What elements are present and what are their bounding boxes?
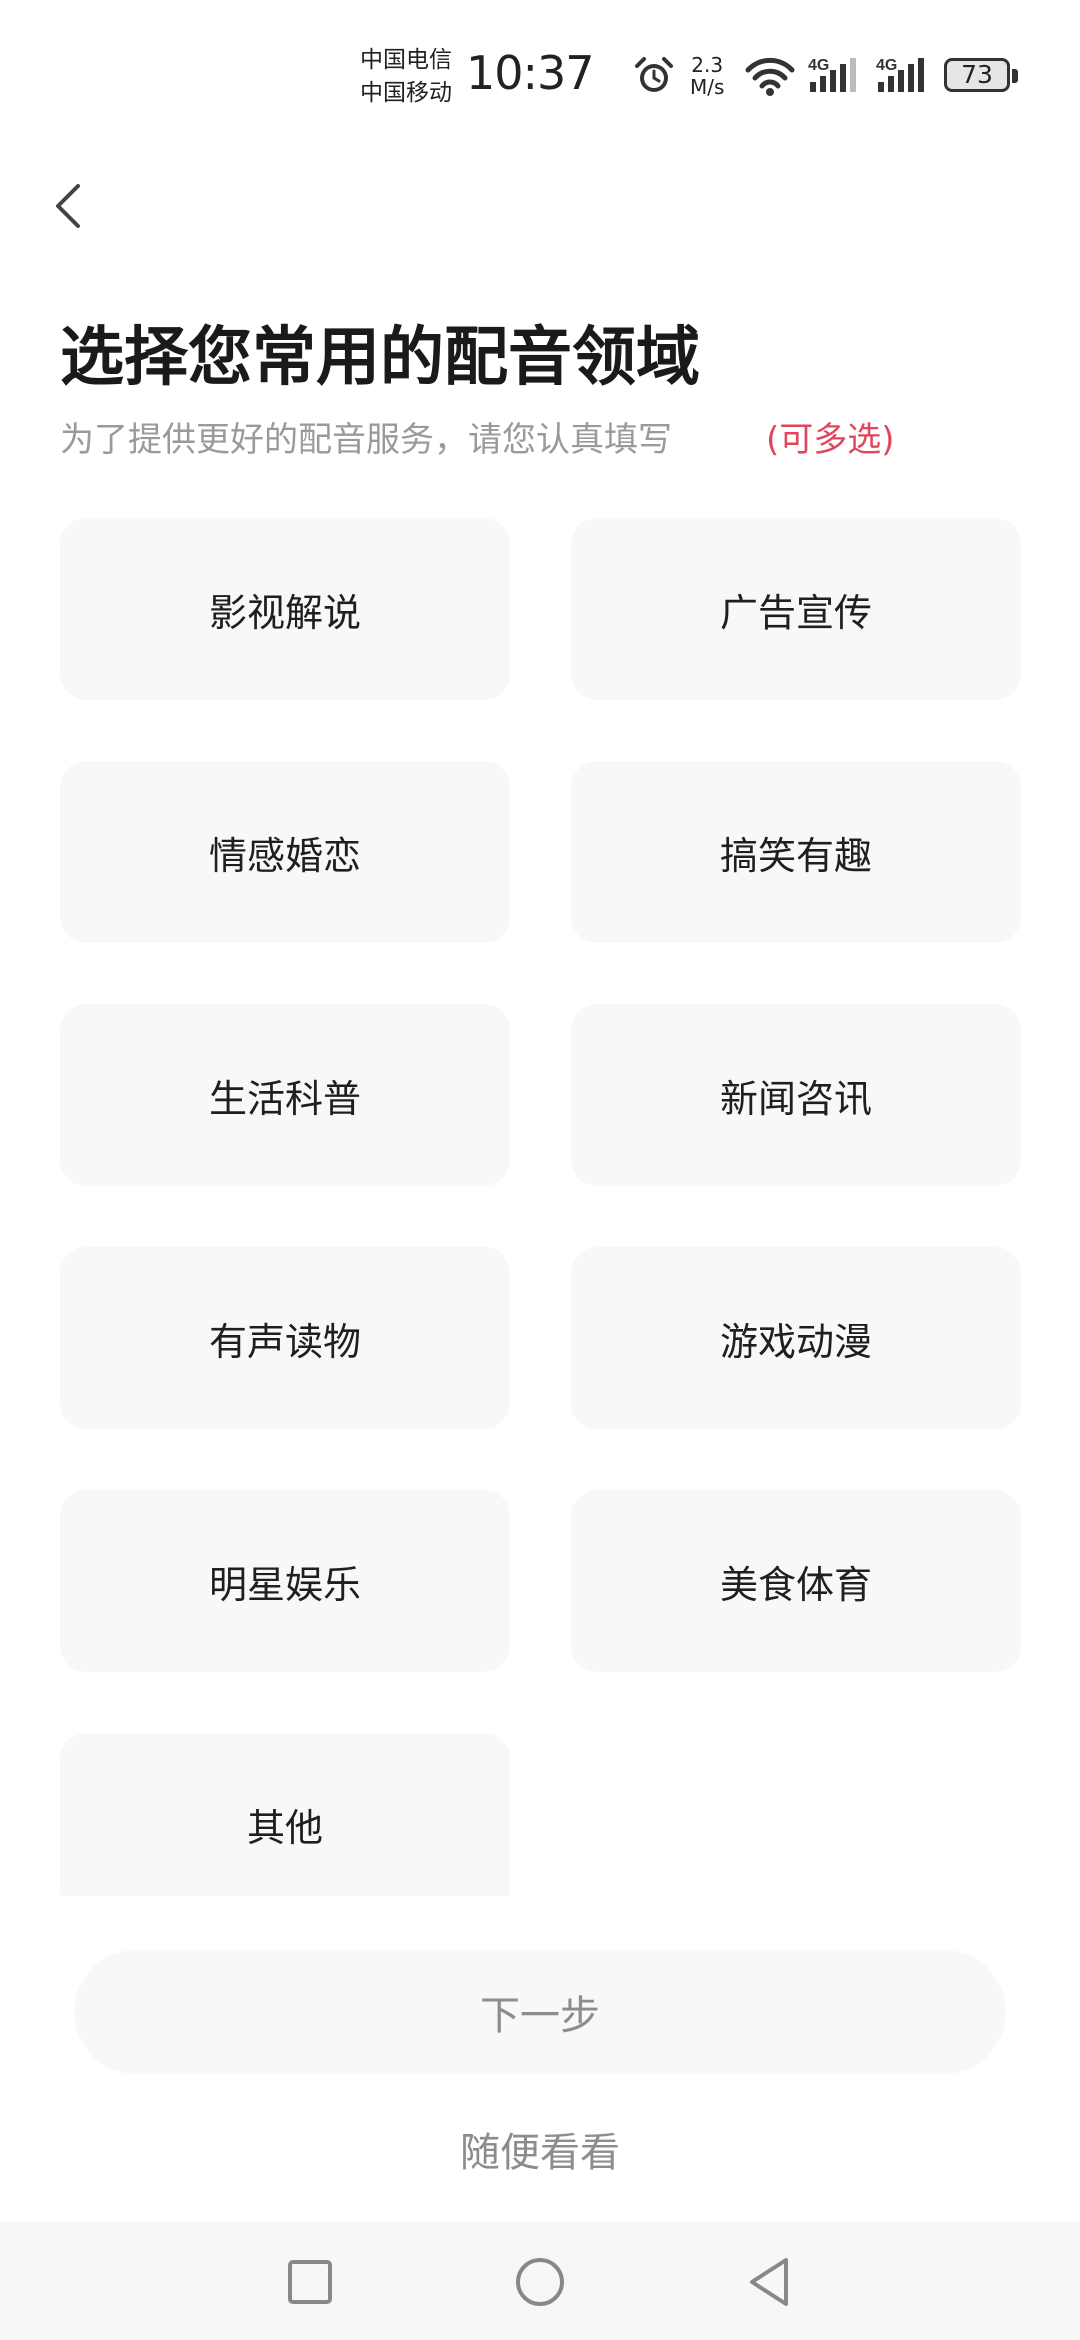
net-type-2: 4G	[876, 57, 897, 74]
carrier-1: 中国电信	[360, 47, 452, 73]
next-button[interactable]: 下一步	[74, 1950, 1006, 2074]
category-grid: 影视解说 广告宣传 情感婚恋 搞笑有趣 生活科普 新闻咨讯 有声读物 游戏动漫 …	[0, 500, 1080, 1896]
multi-select-hint: (可多选)	[766, 420, 895, 460]
carrier-2: 中国移动	[360, 80, 452, 106]
category-tile[interactable]: 生活科普	[60, 1004, 510, 1186]
signal-icon-2: 4G	[876, 57, 924, 92]
category-tile[interactable]: 情感婚恋	[60, 761, 510, 943]
category-tile[interactable]: 有声读物	[60, 1247, 510, 1429]
category-tile[interactable]: 影视解说	[60, 518, 510, 700]
square-icon[interactable]	[282, 2254, 338, 2310]
alarm-icon	[635, 57, 673, 92]
system-nav-bar	[0, 2222, 1080, 2340]
chevron-left-icon	[56, 184, 80, 228]
browse-link[interactable]: 随便看看	[0, 2120, 1080, 2178]
carrier-info: 中国电信 中国移动	[360, 44, 452, 110]
status-clock: 10:37	[466, 46, 595, 100]
wifi-icon	[745, 57, 795, 96]
page-title: 选择您常用的配音领域	[60, 321, 700, 395]
category-tile[interactable]: 新闻咨讯	[571, 1004, 1021, 1186]
back-button[interactable]	[44, 176, 96, 236]
category-tile[interactable]: 广告宣传	[571, 518, 1021, 700]
net-type-1: 4G	[808, 57, 829, 74]
triangle-back-icon[interactable]	[742, 2254, 798, 2310]
speed-unit: M/s	[690, 75, 725, 99]
category-tile[interactable]: 其他	[60, 1733, 510, 1896]
status-bar: 中国电信 中国移动 10:37 2.3 M/s 4G 4G 73	[0, 0, 1080, 150]
category-tile[interactable]: 游戏动漫	[571, 1247, 1021, 1429]
page-subtitle: 为了提供更好的配音服务，请您认真填写	[60, 420, 672, 460]
circle-icon[interactable]	[512, 2254, 568, 2310]
speed-value: 2.3	[691, 53, 724, 77]
battery-level: 73	[961, 60, 993, 89]
battery-indicator: 73	[944, 58, 1020, 96]
network-speed: 2.3 M/s	[690, 54, 724, 98]
category-tile[interactable]: 美食体育	[571, 1490, 1021, 1672]
category-tile[interactable]: 搞笑有趣	[571, 761, 1021, 943]
category-tile[interactable]: 明星娱乐	[60, 1490, 510, 1672]
signal-icon-1: 4G	[808, 57, 856, 92]
